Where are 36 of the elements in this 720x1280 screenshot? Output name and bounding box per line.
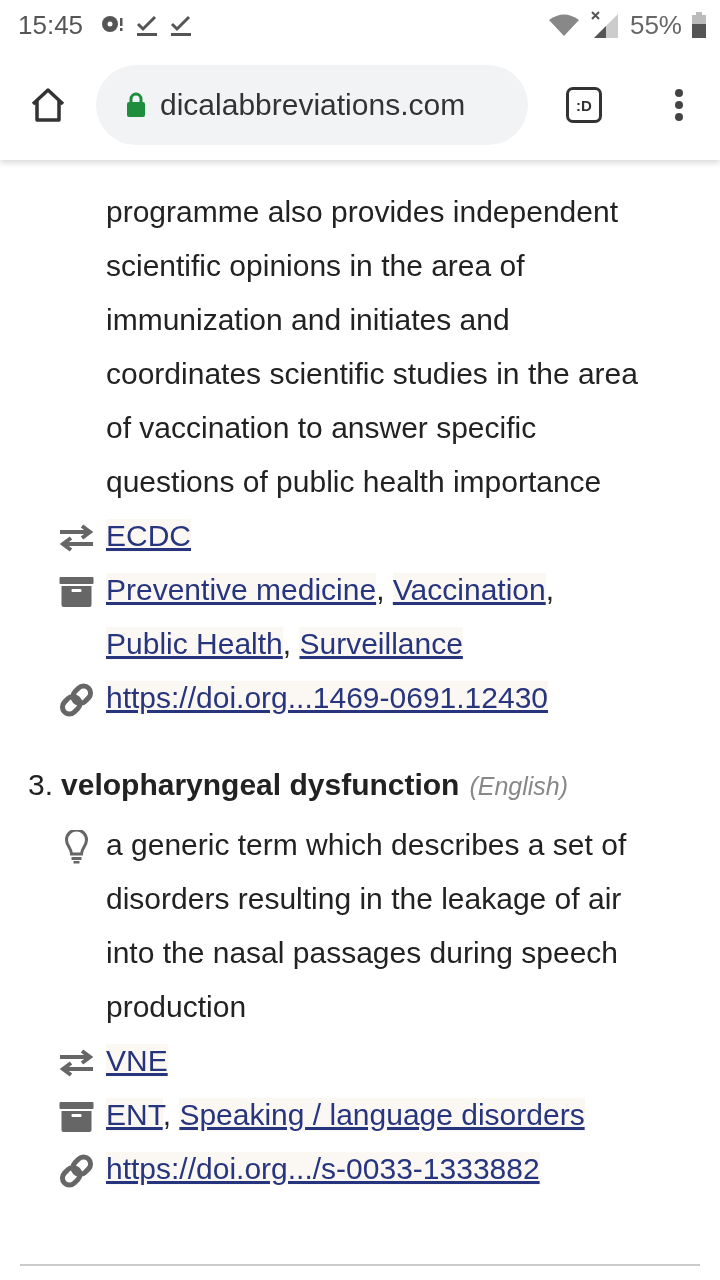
archive-box-icon — [58, 1102, 95, 1133]
lock-icon — [126, 92, 146, 118]
wifi-icon — [547, 13, 580, 37]
category-link[interactable]: ENT — [106, 1098, 163, 1131]
download-done-icon — [169, 13, 194, 37]
home-icon[interactable] — [30, 87, 66, 123]
doi-link[interactable]: https://doi.org.../s-0033-1333882 — [106, 1152, 540, 1185]
category-link[interactable]: Surveillance — [299, 627, 463, 660]
abbreviation-link[interactable]: VNE — [106, 1044, 168, 1077]
tab-switcher-button[interactable]: :D — [566, 87, 602, 123]
category-link[interactable]: Speaking / language disorders — [179, 1098, 585, 1131]
language-label: (English) — [469, 772, 569, 800]
link-icon — [58, 1153, 95, 1190]
address-bar[interactable]: dicalabbreviations.com — [96, 65, 528, 145]
menu-icon[interactable] — [674, 88, 684, 122]
doi-link[interactable]: https://doi.org...1469-0691.12430 — [106, 681, 548, 714]
comma: , — [376, 573, 385, 606]
status-time: 15:45 — [18, 9, 84, 41]
definition-text: programme also provides independent scientific opinions in the area of immunization and initiates and coordinates scientific studies in the area of vaccination to answer specific questions of public health importance — [106, 195, 638, 498]
signal-icon — [589, 10, 620, 40]
definition-text: a generic term which describes a set of disorders resulting in the leakage of air into the nasal passages during speech production — [106, 828, 627, 1023]
category-link[interactable]: Public Health — [106, 627, 283, 660]
link-icon — [58, 682, 95, 719]
category-link[interactable]: Preventive medicine — [106, 573, 377, 606]
comma: , — [545, 573, 555, 606]
swap-arrows-icon — [58, 524, 95, 553]
battery-percent: 55% — [629, 9, 682, 41]
entry-number: 3. — [28, 768, 54, 801]
category-link[interactable]: Vaccination — [392, 573, 546, 606]
swap-arrows-icon — [58, 1049, 95, 1078]
comma: , — [282, 627, 292, 660]
download-done-icon — [135, 13, 160, 37]
abbreviation-link[interactable]: ECDC — [106, 519, 191, 552]
term-title: velopharyngeal dysfunction — [61, 768, 460, 801]
archive-box-icon — [58, 577, 95, 608]
battery-icon — [692, 12, 706, 38]
